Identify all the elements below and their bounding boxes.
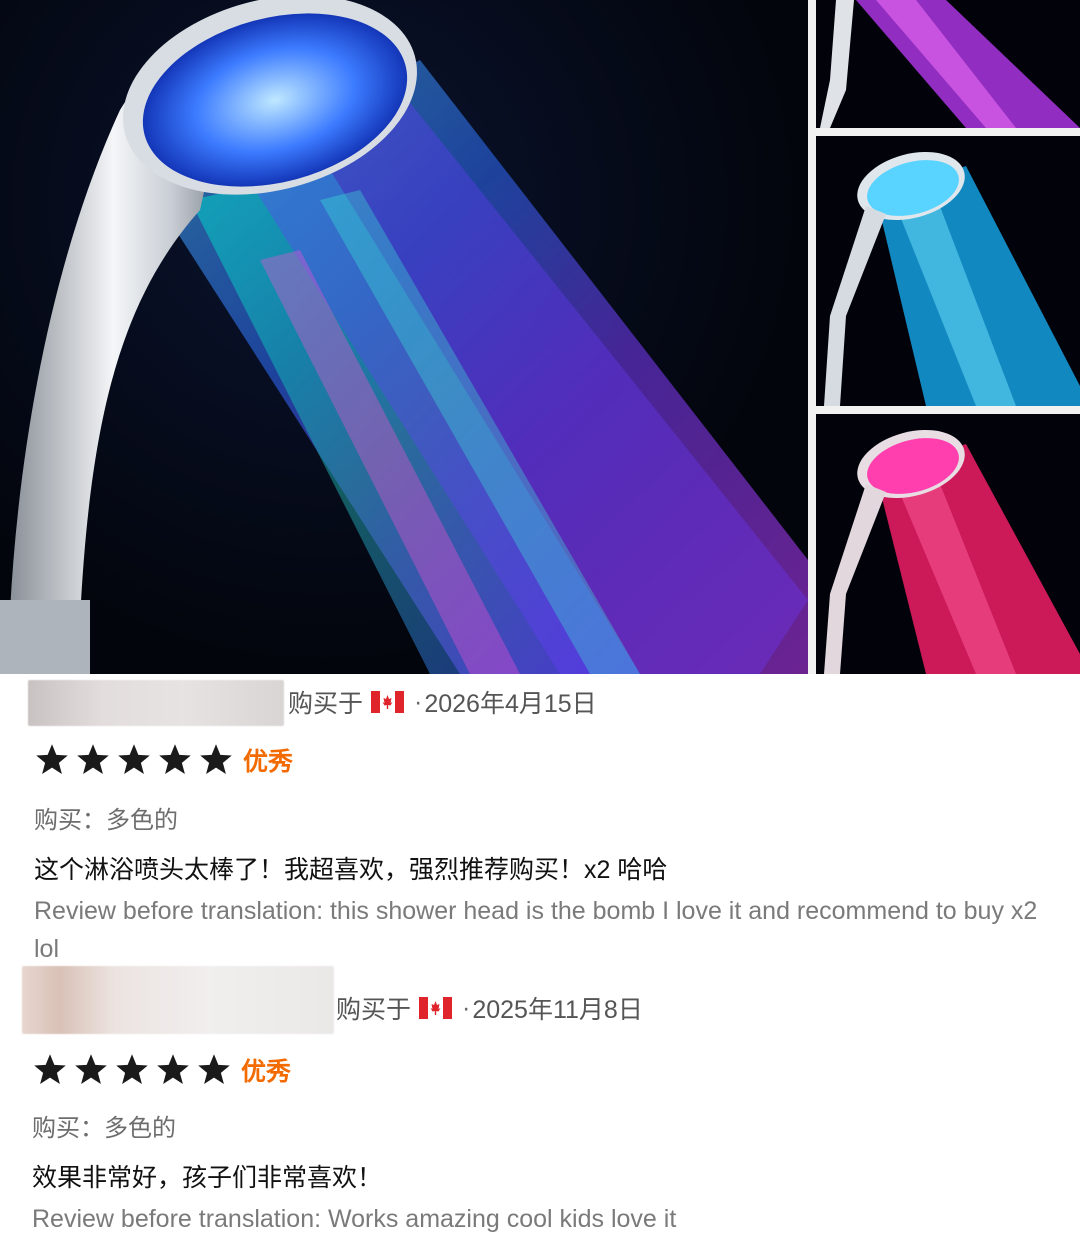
rating-label: 优秀 [241,1058,292,1086]
thumbnail-cyan[interactable] [816,136,1080,406]
star-icon [36,744,68,774]
separator: · [462,993,471,1022]
star-icon [159,744,191,774]
purchased-variant: 购买：多色的 [34,807,178,834]
purchase-prefix: 购买于 [336,996,412,1024]
star-icon [77,744,109,774]
original-review-text: Review before translation: this shower h… [34,897,1038,963]
purchase-meta: 购买于 · 2025年11月8日 [336,990,643,1026]
review-text: 这个淋浴喷头太棒了！我超喜欢，强烈推荐购买！x2 哈哈 [34,856,668,884]
review-date: 2025年11月8日 [472,996,643,1024]
purchased-variant: 购买：多色的 [32,1115,176,1142]
original-review-text: Review before translation: Works amazing… [32,1205,677,1233]
purchase-prefix: 购买于 [288,690,364,718]
thumbnail-pink[interactable] [816,414,1080,674]
star-icon [198,1054,230,1084]
star-icon [157,1054,189,1084]
star-icon [116,1054,148,1084]
thumbnail-purple[interactable] [816,0,1080,128]
review-text: 效果非常好，孩子们非常喜欢！ [32,1164,383,1192]
star-icon [200,744,232,774]
review-card: 购买于 · 2025年11月8日 优秀 购买：多色的 效果非常好，孩子们非常喜欢… [0,966,1080,1244]
canada-flag-icon [419,997,453,1019]
purchase-meta: 购买于 · 2026年4月15日 [288,684,597,720]
star-icon [75,1054,107,1084]
review-card: 购买于 · 2026年4月15日 优秀 购买：多色的 这个淋浴喷头太棒了！我超喜… [0,674,1080,966]
thumbnail-strip [808,0,1080,674]
reviewer-name-redacted [22,966,334,1034]
star-rating: 优秀 [34,742,293,778]
star-rating: 优秀 [32,1052,291,1088]
rating-label: 优秀 [243,748,294,776]
separator: · [414,687,423,716]
canada-flag-icon [371,691,405,713]
review-date: 2026年4月15日 [424,690,597,718]
main-product-photo[interactable] [0,0,808,674]
reviewer-name-redacted [28,680,284,726]
star-icon [34,1054,66,1084]
star-icon [118,744,150,774]
product-image-gallery [0,0,1080,674]
